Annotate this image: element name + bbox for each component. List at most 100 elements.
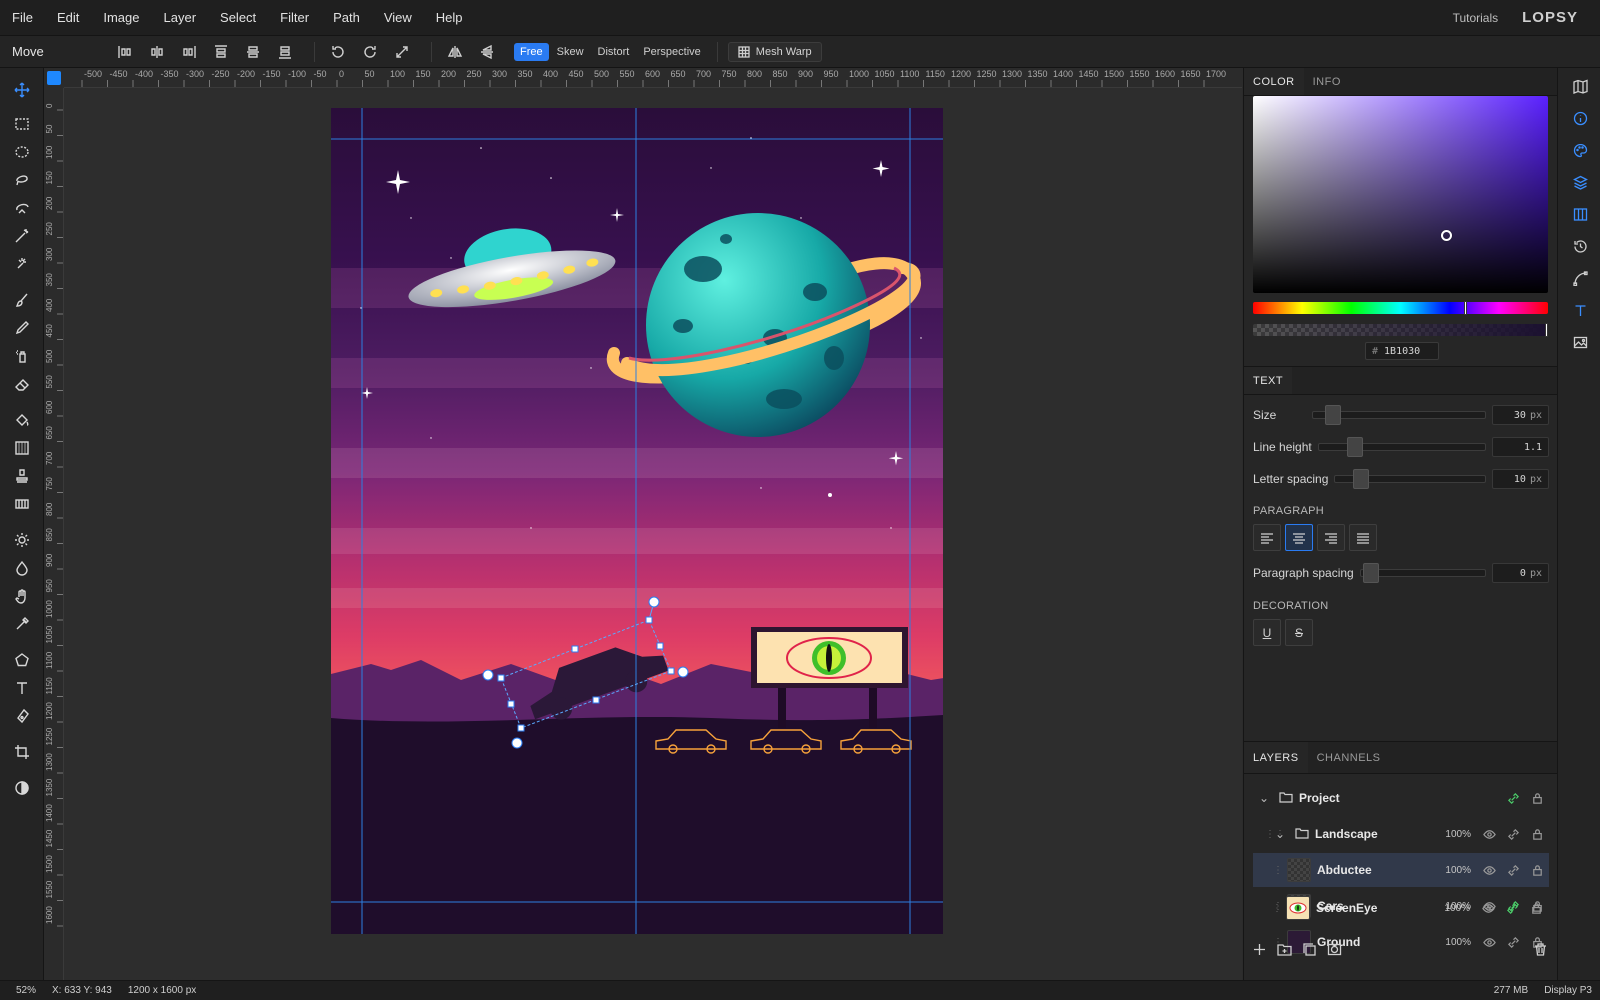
menu-layer[interactable]: Layer — [152, 10, 209, 25]
size-input[interactable]: 30 px — [1492, 405, 1549, 425]
drag-handle-icon[interactable]: ⋮⋮ — [1265, 829, 1285, 840]
dock-layers-button[interactable] — [1570, 172, 1590, 192]
gradient-tool[interactable] — [10, 436, 34, 460]
ellipse-select-tool[interactable] — [10, 140, 34, 164]
align-text-right-button[interactable] — [1317, 524, 1345, 551]
layer-project[interactable]: ⌄ Project — [1253, 781, 1549, 815]
layer-screeneye[interactable]: ⋮⋮ ScreenEye 100% — [1252, 891, 1548, 925]
hex-input[interactable]: # 1B1030 — [1365, 342, 1439, 360]
contrast-toggle[interactable] — [10, 776, 34, 800]
ruler-top[interactable]: -500 -450 -400 -350 -300 -250 -200 -150 -100 -50 0… — [64, 68, 1242, 88]
canvas-area[interactable] — [64, 88, 1242, 980]
hand-tool[interactable] — [10, 584, 34, 608]
lock-icon[interactable] — [1525, 864, 1549, 877]
hue-slider-knob[interactable] — [1464, 301, 1467, 315]
link-icon[interactable] — [1500, 902, 1524, 915]
text-tool[interactable] — [10, 676, 34, 700]
lock-icon[interactable] — [1524, 902, 1548, 915]
add-group-button[interactable] — [1277, 942, 1292, 960]
spray-tool[interactable] — [10, 344, 34, 368]
align-top-button[interactable] — [208, 40, 234, 64]
tab-color[interactable]: COLOR — [1244, 68, 1304, 95]
menu-filter[interactable]: Filter — [268, 10, 321, 25]
lock-icon[interactable] — [1525, 792, 1549, 805]
fill-tool[interactable] — [10, 408, 34, 432]
smudge-tool[interactable] — [10, 556, 34, 580]
dock-info-button[interactable] — [1570, 108, 1590, 128]
align-bottom-button[interactable] — [272, 40, 298, 64]
text-panel-title[interactable]: TEXT — [1244, 367, 1293, 394]
brush-tool[interactable] — [10, 288, 34, 312]
dock-text-button[interactable] — [1570, 300, 1590, 320]
menu-help[interactable]: Help — [424, 10, 475, 25]
letter-spacing-input[interactable]: 10 px — [1492, 469, 1549, 489]
ruler-origin[interactable] — [47, 71, 61, 85]
transform-handle[interactable] — [507, 700, 515, 708]
drag-handle-icon[interactable]: ⋮⋮ — [1272, 903, 1292, 914]
strikethrough-button[interactable]: S — [1285, 619, 1313, 646]
dock-history-button[interactable] — [1570, 236, 1590, 256]
alpha-slider-knob[interactable] — [1545, 323, 1548, 337]
menu-select[interactable]: Select — [208, 10, 268, 25]
align-left-button[interactable] — [112, 40, 138, 64]
transform-handle[interactable] — [667, 667, 675, 675]
rotate-handle[interactable] — [482, 669, 494, 681]
paragraph-spacing-slider[interactable] — [1359, 563, 1486, 583]
align-middle-button[interactable] — [240, 40, 266, 64]
dock-paths-button[interactable] — [1570, 268, 1590, 288]
dock-color-button[interactable] — [1570, 140, 1590, 160]
menu-image[interactable]: Image — [91, 10, 151, 25]
transform-handle[interactable] — [656, 642, 664, 650]
letter-spacing-slider-thumb[interactable] — [1353, 469, 1370, 489]
link-icon[interactable] — [1501, 864, 1525, 877]
tab-channels[interactable]: CHANNELS — [1308, 742, 1390, 773]
ruler-left[interactable]: 0 50 100 150 200 250 300 350 400 450 500 550 600 650 7… — [44, 88, 64, 980]
tutorials-link[interactable]: Tutorials — [1453, 11, 1499, 25]
size-slider-thumb[interactable] — [1325, 405, 1342, 425]
color-picker-handle[interactable] — [1441, 230, 1452, 241]
underline-button[interactable]: U — [1253, 619, 1281, 646]
line-height-slider-thumb[interactable] — [1346, 437, 1363, 457]
paragraph-spacing-input[interactable]: 0 px — [1492, 563, 1549, 583]
transform-handle[interactable] — [592, 696, 600, 704]
link-icon[interactable] — [1501, 828, 1525, 841]
zoom-level[interactable]: 52% — [0, 985, 44, 996]
chevron-down-icon[interactable]: ⌄ — [1275, 827, 1289, 841]
rotate-ccw-button[interactable] — [325, 40, 351, 64]
scale-button[interactable] — [389, 40, 415, 64]
align-text-justify-button[interactable] — [1349, 524, 1377, 551]
quick-select-tool[interactable] — [10, 252, 34, 276]
mode-distort-button[interactable]: Distort — [592, 43, 636, 61]
flip-vertical-button[interactable] — [474, 40, 500, 64]
pattern-tool[interactable] — [10, 492, 34, 516]
menu-file[interactable]: File — [0, 10, 45, 25]
eye-icon[interactable] — [1477, 864, 1501, 877]
hue-slider[interactable] — [1253, 301, 1548, 315]
lasso-tool[interactable] — [10, 168, 34, 192]
eye-icon[interactable] — [1477, 828, 1501, 841]
size-slider[interactable] — [1312, 405, 1486, 425]
transform-handle[interactable] — [517, 724, 525, 732]
line-height-slider[interactable] — [1317, 437, 1486, 457]
stamp-tool[interactable] — [10, 464, 34, 488]
pencil-tool[interactable] — [10, 316, 34, 340]
align-text-left-button[interactable] — [1253, 524, 1281, 551]
flip-horizontal-button[interactable] — [442, 40, 468, 64]
letter-spacing-slider[interactable] — [1334, 469, 1486, 489]
pen-tool[interactable] — [10, 704, 34, 728]
paragraph-spacing-slider-thumb[interactable] — [1362, 563, 1379, 583]
rotate-handle[interactable] — [648, 596, 660, 608]
add-layer-button[interactable] — [1252, 942, 1267, 960]
crop-tool[interactable] — [10, 740, 34, 764]
link-icon[interactable] — [1501, 792, 1525, 805]
dock-image-button[interactable] — [1570, 332, 1590, 352]
dock-channels-button[interactable] — [1570, 204, 1590, 224]
menu-path[interactable]: Path — [321, 10, 372, 25]
layer-abductee[interactable]: ⋮⋮ Abductee 100% — [1253, 853, 1549, 887]
mask-layer-button[interactable] — [1327, 942, 1342, 960]
line-height-input[interactable]: 1.1 — [1492, 437, 1549, 457]
alpha-slider[interactable] — [1253, 323, 1548, 337]
eye-icon[interactable] — [1476, 902, 1500, 915]
mode-perspective-button[interactable]: Perspective — [637, 43, 706, 61]
saturation-value-picker[interactable] — [1253, 96, 1548, 293]
